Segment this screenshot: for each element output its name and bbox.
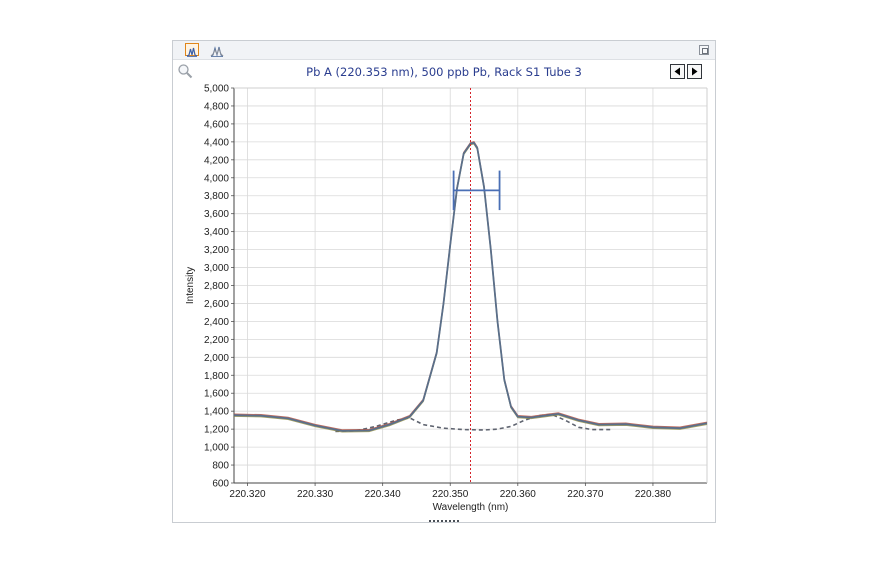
y-tick-label: 3,600 xyxy=(204,209,229,220)
y-axis-label: Intensity xyxy=(185,267,196,304)
y-tick-label: 3,800 xyxy=(204,191,229,202)
x-tick-label: 220.380 xyxy=(635,489,672,500)
y-tick-label: 3,000 xyxy=(204,263,229,274)
y-tick-label: 4,000 xyxy=(204,173,229,184)
y-tick-label: 4,600 xyxy=(204,119,229,130)
y-tick-label: 1,000 xyxy=(204,443,229,454)
spectrum-panel: Pb A (220.353 nm), 500 ppb Pb, Rack S1 T… xyxy=(172,40,716,523)
y-tick-label: 1,600 xyxy=(204,389,229,400)
x-tick-label: 220.330 xyxy=(297,489,334,500)
y-tick-label: 800 xyxy=(212,461,229,472)
resize-handle[interactable] xyxy=(429,520,459,524)
y-tick-label: 4,200 xyxy=(204,155,229,166)
y-tick-label: 3,200 xyxy=(204,245,229,256)
y-tick-label: 4,800 xyxy=(204,101,229,112)
y-tick-label: 1,800 xyxy=(204,371,229,382)
y-tick-label: 600 xyxy=(212,479,229,490)
x-tick-label: 220.340 xyxy=(365,489,402,500)
spectrum-chart[interactable]: 5,000 4,800 4,600 4,400 4,200 4,000 3,800 3,600… xyxy=(173,41,715,522)
x-tick-label: 220.350 xyxy=(432,489,469,500)
x-tick-label: 220.320 xyxy=(229,489,266,500)
y-tick-label: 2,200 xyxy=(204,335,229,346)
x-tick-label: 220.360 xyxy=(500,489,537,500)
y-tick-label: 3,400 xyxy=(204,227,229,238)
x-tick-label: 220.370 xyxy=(567,489,604,500)
y-tick-label: 5,000 xyxy=(204,84,229,95)
y-tick-label: 1,200 xyxy=(204,425,229,436)
y-tick-label: 4,400 xyxy=(204,137,229,148)
y-tick-label: 2,600 xyxy=(204,299,229,310)
y-tick-label: 2,400 xyxy=(204,317,229,328)
y-tick-label: 2,000 xyxy=(204,353,229,364)
y-tick-label: 1,400 xyxy=(204,407,229,418)
y-tick-label: 2,800 xyxy=(204,281,229,292)
x-axis-label: Wavelength (nm) xyxy=(433,502,509,513)
